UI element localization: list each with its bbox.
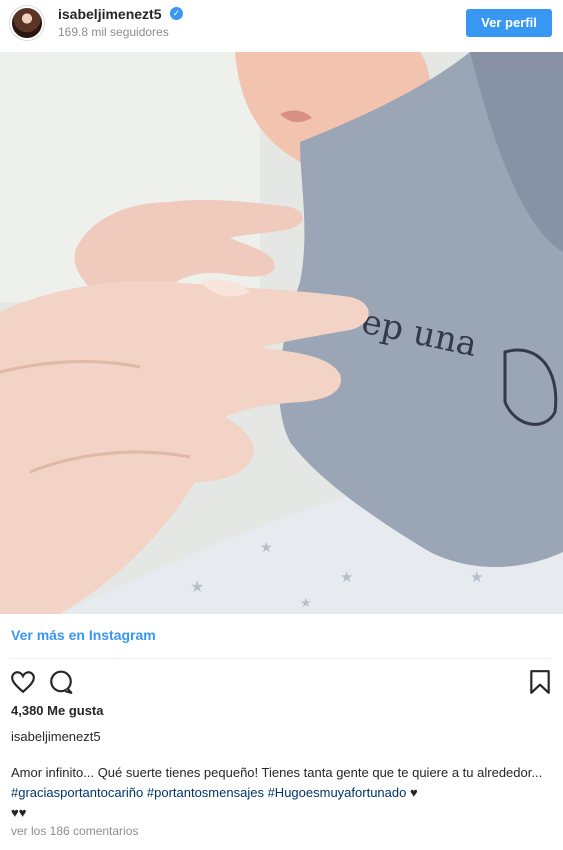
hashtag-link[interactable]: #Hugoesmuyafortunado (268, 785, 407, 800)
caption-username[interactable]: isabeljimenezt5 (11, 729, 101, 744)
username[interactable]: isabeljimenezt5 (58, 6, 162, 22)
svg-text:★: ★ (190, 579, 204, 596)
hashtag-link[interactable]: #portantosmensajes (147, 785, 264, 800)
heart-emoji: ♥ (409, 785, 418, 800)
baby-hand-photo: ★ ★ ★ ★ ★ ★ ★ ep una (0, 52, 563, 614)
caption-text: Amor infinito... Qué suerte tienes peque… (11, 763, 551, 823)
follower-count: 169.8 mil seguidores (58, 25, 169, 39)
verified-badge-icon: ✓ (170, 7, 183, 20)
svg-text:★: ★ (340, 569, 353, 586)
svg-text:★: ★ (300, 595, 312, 610)
view-profile-button[interactable]: Ver perfil (466, 9, 552, 37)
view-more-link[interactable]: Ver más en Instagram (11, 627, 156, 643)
svg-text:★: ★ (470, 569, 483, 586)
view-comments-link[interactable]: ver los 186 comentarios (11, 824, 138, 838)
bookmark-icon[interactable] (528, 669, 554, 695)
divider (11, 658, 551, 659)
heart-emoji: ♥♥ (11, 805, 27, 820)
svg-text:★: ★ (260, 539, 273, 555)
heart-icon[interactable] (10, 669, 36, 695)
avatar[interactable] (10, 6, 44, 40)
caption-body: Amor infinito... Qué suerte tienes peque… (11, 765, 543, 780)
post-header: isabeljimenezt5 ✓ 169.8 mil seguidores V… (0, 0, 563, 46)
comment-icon[interactable] (48, 669, 74, 695)
like-count[interactable]: 4,380 Me gusta (11, 703, 104, 718)
hashtag-link[interactable]: #graciasportantocariño (11, 785, 143, 800)
post-photo[interactable]: ★ ★ ★ ★ ★ ★ ★ ep una (0, 52, 563, 614)
